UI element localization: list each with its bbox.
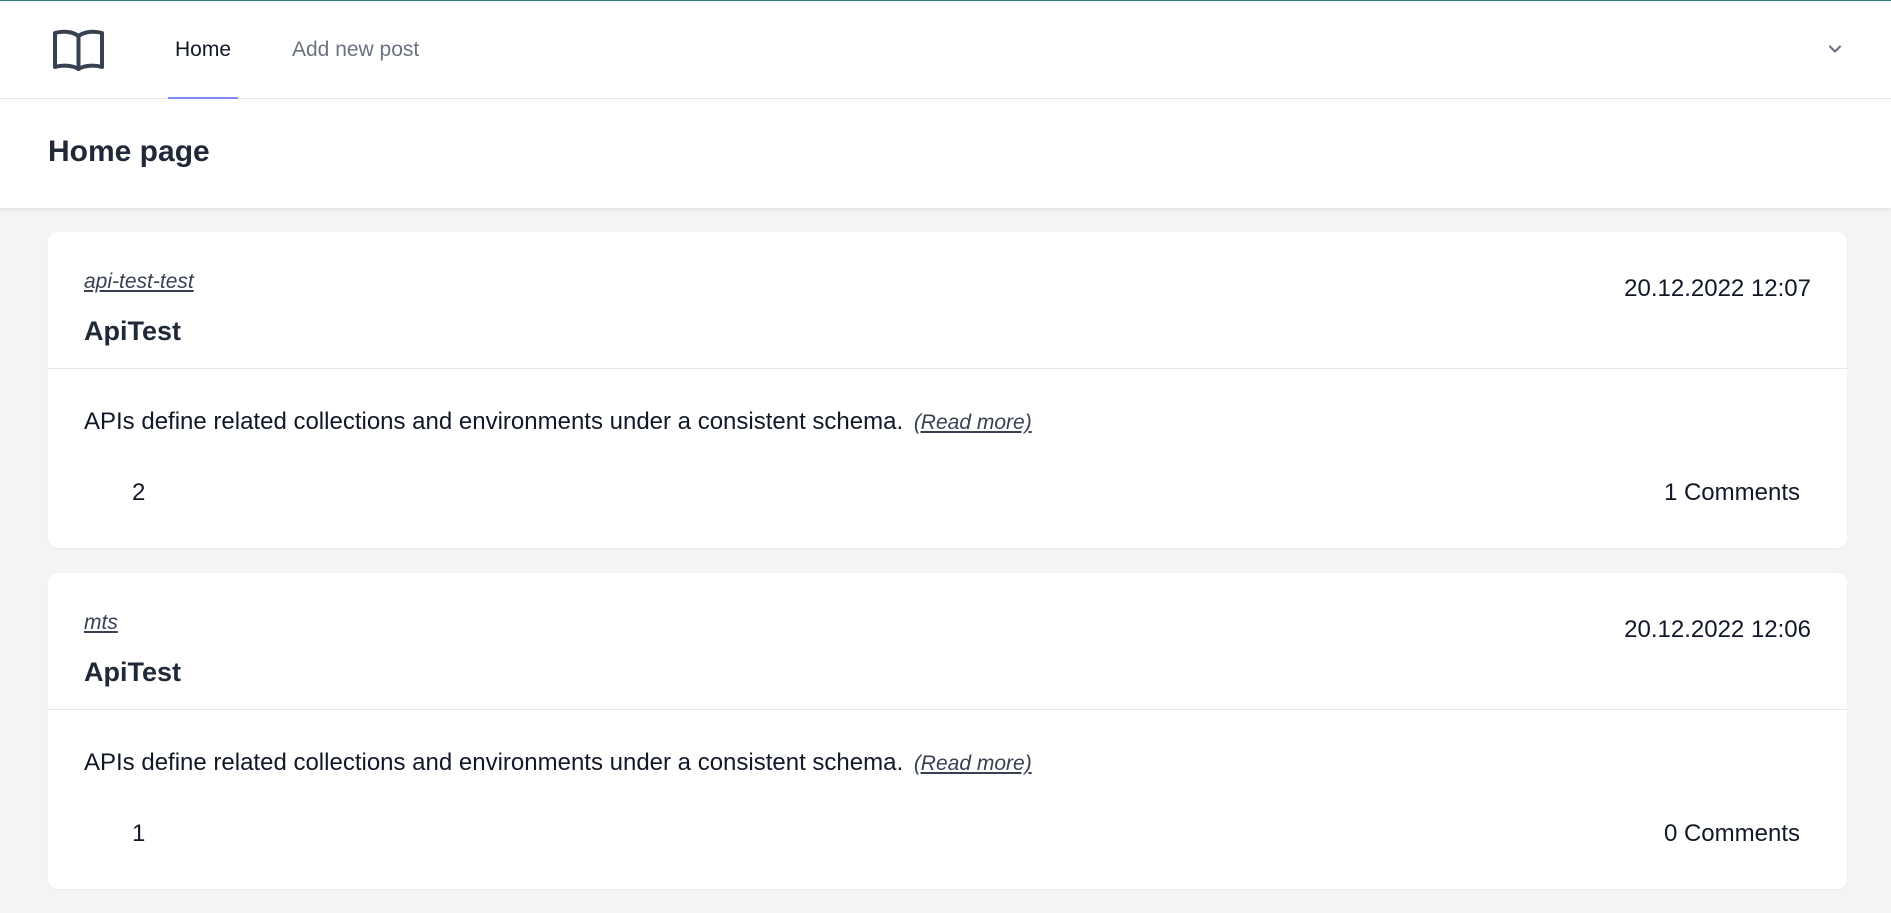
- post-card: mts 20.12.2022 12:06 ApiTest APIs define…: [48, 573, 1847, 889]
- post-comments-link[interactable]: 1 Comments: [1664, 479, 1800, 507]
- post-author-link[interactable]: api-test-test: [84, 270, 194, 294]
- post-card-header: mts 20.12.2022 12:06 ApiTest: [48, 573, 1847, 710]
- tab-home[interactable]: Home: [168, 1, 238, 100]
- post-title: ApiTest: [84, 316, 182, 346]
- read-more-link[interactable]: (Read more): [914, 411, 1032, 434]
- page-header: Home page: [0, 99, 1891, 208]
- post-comments-link[interactable]: 0 Comments: [1664, 820, 1800, 848]
- post-votes-count: 1: [132, 820, 146, 847]
- post-votes-count: 2: [132, 479, 146, 506]
- post-date: 20.12.2022 12:06: [1624, 616, 1811, 643]
- chevron-down-icon[interactable]: [1825, 39, 1845, 59]
- tab-add-new-post[interactable]: Add new post: [292, 1, 419, 99]
- book-open-icon[interactable]: [52, 28, 105, 72]
- post-author-link[interactable]: mts: [84, 611, 118, 635]
- post-card-header: api-test-test 20.12.2022 12:07 ApiTest: [48, 232, 1847, 369]
- post-excerpt: APIs define related collections and envi…: [84, 408, 1032, 436]
- post-excerpt-text: APIs define related collections and envi…: [84, 749, 904, 776]
- post-excerpt: APIs define related collections and envi…: [84, 749, 1032, 777]
- read-more-link[interactable]: (Read more): [914, 752, 1032, 775]
- post-excerpt-text: APIs define related collections and envi…: [84, 408, 904, 435]
- post-title: ApiTest: [84, 657, 182, 687]
- post-card: api-test-test 20.12.2022 12:07 ApiTest A…: [48, 232, 1847, 548]
- page-title: Home page: [48, 135, 210, 168]
- top-navigation-bar: Home Add new post: [0, 0, 1891, 100]
- post-date: 20.12.2022 12:07: [1624, 275, 1811, 302]
